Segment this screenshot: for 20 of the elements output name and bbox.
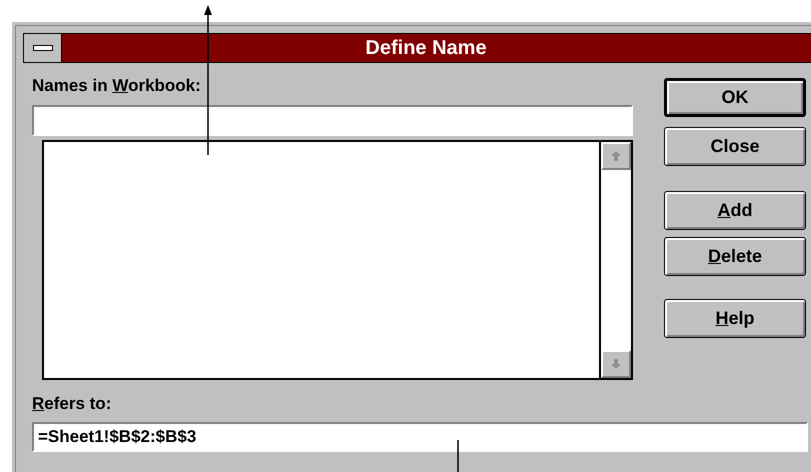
refers-field[interactable]: =Sheet1!$B$2:$B$3 (32, 422, 808, 452)
dialog-button[interactable]: Delete (664, 237, 806, 276)
window-title: Define Name (365, 36, 487, 61)
system-menu-button[interactable] (24, 34, 62, 62)
dialog-button[interactable]: Add (664, 191, 806, 230)
dialog-button[interactable]: Close (664, 127, 806, 166)
dialog-button[interactable]: OK (664, 78, 806, 117)
dialog-button[interactable]: Help (664, 299, 806, 338)
names-label: Names in Workbook: (32, 75, 201, 97)
minus-icon (32, 45, 52, 51)
name-input-field[interactable] (32, 105, 633, 136)
scroll-up-button[interactable] (601, 142, 631, 170)
scroll-down-button[interactable] (601, 350, 631, 378)
scrollbar[interactable] (599, 142, 631, 378)
refers-value: =Sheet1!$B$2:$B$3 (38, 426, 196, 448)
up-arrow-icon (610, 150, 622, 162)
refers-label: Refers to: (32, 393, 112, 415)
leader-line (456, 440, 460, 472)
down-arrow-icon (610, 358, 622, 370)
names-list[interactable] (42, 140, 633, 380)
